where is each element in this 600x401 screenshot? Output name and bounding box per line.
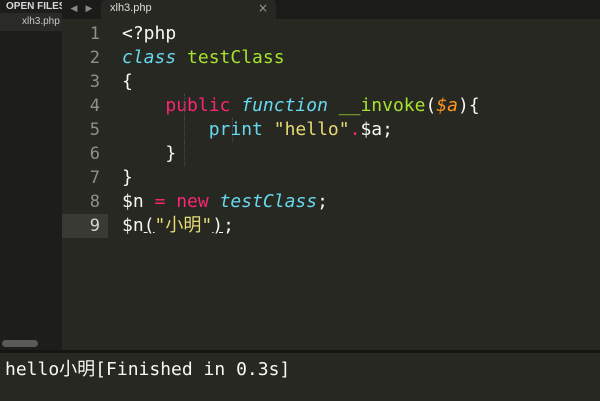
tab-xlh3-php[interactable]: xlh3.php × [101,0,276,19]
code-token: . [349,119,361,140]
line-number: 3 [89,72,100,92]
code-token: print [208,119,263,140]
code-token: $a; [360,119,393,140]
code-area[interactable]: <?php class testClass{ public function __… [122,22,600,238]
code-line: public function __invoke($a){ [122,94,600,118]
code-token: $n [122,215,144,236]
code-token: ; [223,215,234,236]
line-number: 7 [89,168,100,188]
line-number: 8 [89,192,100,212]
indent-guide [184,118,185,142]
code-token: = [154,191,166,212]
code-line: class testClass [122,46,600,70]
indent-guide [184,142,185,166]
sidebar-scrollbar[interactable] [2,340,38,347]
code-token: { [122,71,133,92]
code-token: testClass [187,47,285,68]
code-token: public [165,95,231,116]
code-token: ; [317,191,328,212]
forward-arrow-icon[interactable]: ▶ [83,2,95,16]
code-token: } [122,143,177,164]
code-token: "小明" [154,215,213,236]
line-number: 1 [89,24,100,44]
line-number: 2 [89,48,100,68]
line-number: 5 [89,120,100,140]
code-line: $n = new testClass; [122,190,600,214]
code-token: __invoke [338,95,426,116]
code-token: class [122,47,177,68]
code-token: ( [143,215,155,236]
indent-guide [232,118,233,142]
line-number-gutter: 1 2 3 4 5 6 7 8 9 [62,22,106,238]
code-token: testClass [219,191,318,212]
indent-guide [184,94,185,118]
code-token: <?php [122,23,177,44]
tab-label: xlh3.php [110,2,152,14]
code-token: $a [436,95,459,116]
code-line: } [122,142,600,166]
code-line: print "hello".$a; [122,118,600,142]
code-token: $n [122,191,155,212]
code-line: $n("小明"); [122,214,600,238]
code-line: } [122,166,600,190]
build-output-text: hello小明[Finished in 0.3s] [5,359,291,380]
build-output-panel: hello小明[Finished in 0.3s] [0,353,600,401]
line-number: 6 [89,144,100,164]
code-line: <?php [122,22,600,46]
code-token: ( [425,95,437,116]
code-token: new [176,191,209,212]
code-token: ) [212,215,224,236]
code-editor[interactable]: 123456789 <?php class testClass{ public f… [62,19,600,350]
sidebar-file-item[interactable]: xlh3.php [0,13,62,31]
close-icon[interactable]: × [258,0,268,17]
tab-bar: ◀ ▶ xlh3.php × [62,0,600,19]
code-token: } [122,167,133,188]
line-number: 4 [89,96,100,116]
code-token: ){ [458,95,480,116]
open-files-header: OPEN FILES [6,1,62,12]
code-token: "hello" [273,119,350,140]
line-number: 9 [89,216,100,236]
code-line: { [122,70,600,94]
code-token: function [241,95,328,116]
sidebar: OPEN FILES xlh3.php [0,0,62,350]
back-arrow-icon[interactable]: ◀ [68,2,80,16]
